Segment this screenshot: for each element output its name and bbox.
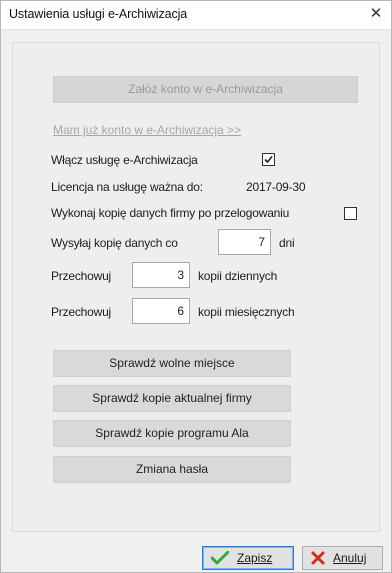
settings-panel: Załóż konto w e-Archiwizacja Mam już kon…: [12, 42, 380, 532]
backup-on-relogin-label: Wykonaj kopię danych firmy po przelogowa…: [51, 206, 290, 220]
send-every-label: Wysyłaj kopię danych co: [51, 236, 178, 250]
enable-service-checkbox[interactable]: [262, 153, 275, 166]
save-button[interactable]: Zapisz: [202, 546, 294, 570]
existing-account-link[interactable]: Mam już konto w e-Archiwizacja >>: [53, 123, 241, 137]
settings-dialog: Ustawienia usługi e-Archiwizacja ✕ Załóż…: [0, 0, 392, 573]
license-label: Licencja na usługę ważna do:: [51, 180, 203, 194]
create-account-button[interactable]: Załóż konto w e-Archiwizacja: [53, 76, 358, 103]
cancel-label: Anuluj: [333, 551, 367, 565]
keep-monthly-input[interactable]: 6: [132, 298, 190, 324]
title-bar: Ustawienia usługi e-Archiwizacja ✕: [1, 1, 391, 30]
save-label: Zapisz: [237, 551, 273, 565]
check-current-company-copies-button[interactable]: Sprawdź kopie aktualnej firmy: [53, 385, 291, 412]
cancel-button[interactable]: Anuluj: [302, 546, 383, 570]
enable-service-label: Włącz usługę e-Archiwizacja: [51, 153, 198, 167]
change-password-button[interactable]: Zmiana hasła: [53, 456, 291, 483]
keep-daily-unit: kopii dziennych: [198, 269, 278, 283]
window-title: Ustawienia usługi e-Archiwizacja: [9, 7, 188, 21]
send-every-unit: dni: [279, 236, 295, 250]
checkmark-icon: [264, 155, 273, 164]
close-icon: ✕: [369, 5, 383, 22]
keep-daily-input[interactable]: 3: [132, 262, 190, 288]
check-program-copies-button[interactable]: Sprawdź kopie programu Ala: [53, 420, 291, 447]
license-date: 2017-09-30: [246, 180, 306, 194]
cancel-x-icon: [311, 551, 325, 568]
save-check-icon: [210, 550, 230, 568]
close-button[interactable]: ✕: [365, 3, 387, 25]
send-every-input[interactable]: 7: [218, 229, 271, 255]
keep-monthly-unit: kopii miesięcznych: [198, 305, 295, 319]
check-free-space-button[interactable]: Sprawdź wolne miejsce: [53, 350, 291, 377]
keep-daily-label: Przechowuj: [51, 269, 112, 283]
backup-on-relogin-checkbox[interactable]: [344, 207, 357, 220]
keep-monthly-label: Przechowuj: [51, 305, 112, 319]
